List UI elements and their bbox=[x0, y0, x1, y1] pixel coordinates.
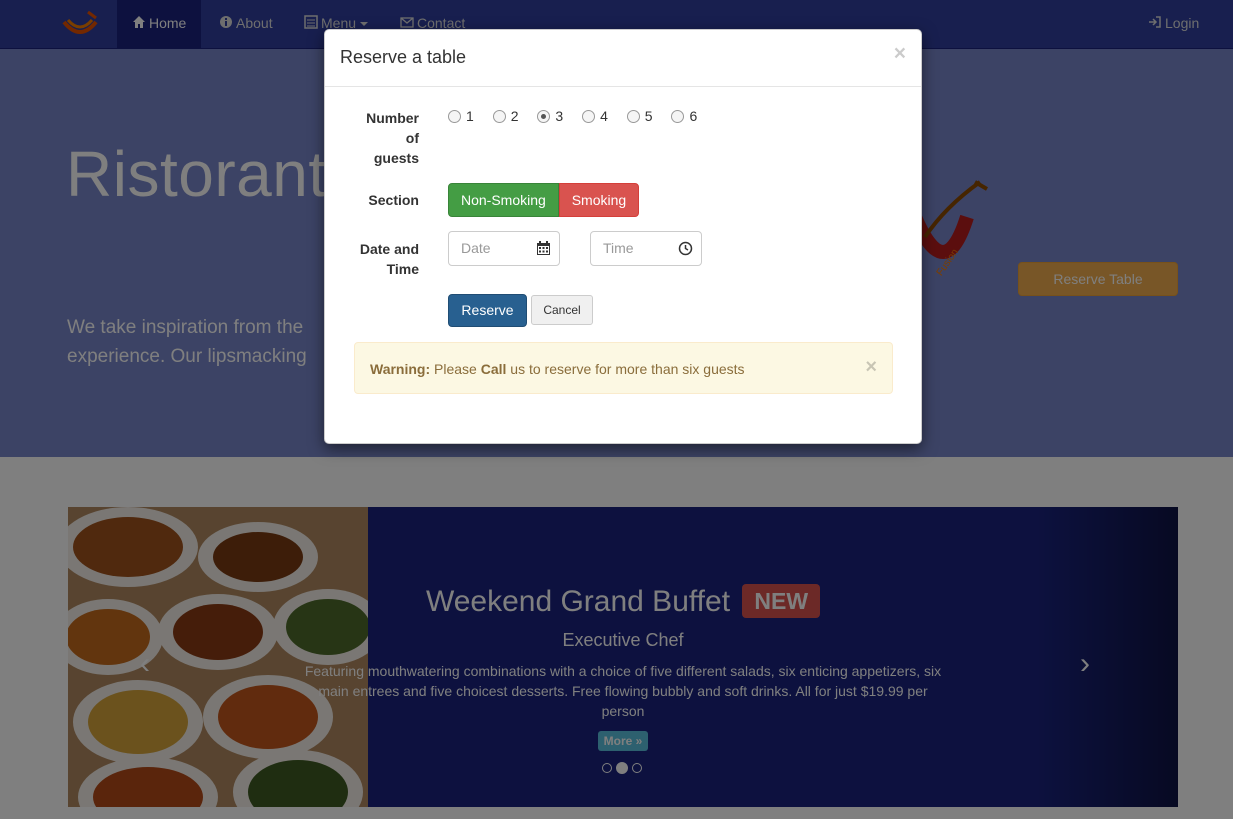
calendar-icon[interactable] bbox=[536, 241, 551, 256]
guests-label-line2: of bbox=[405, 130, 419, 146]
cancel-button[interactable]: Cancel bbox=[531, 295, 593, 325]
reserve-modal: Reserve a table × Number of guests 1 2 3… bbox=[324, 29, 922, 444]
guests-label-line3: guests bbox=[373, 150, 419, 166]
alert-text1: Please bbox=[430, 361, 481, 377]
radio-circle[interactable] bbox=[671, 110, 685, 123]
radio-label: 2 bbox=[510, 108, 519, 124]
radio-label: 1 bbox=[466, 108, 474, 124]
guests-label-line1: Number bbox=[366, 110, 419, 126]
radio-circle[interactable] bbox=[626, 110, 640, 123]
alert-strong: Warning: bbox=[370, 361, 431, 377]
radio-circle-selected[interactable] bbox=[537, 110, 551, 123]
non-smoking-button[interactable]: Non-Smoking bbox=[448, 183, 559, 217]
datetime-label: Date and Time bbox=[326, 239, 419, 279]
guests-radio-group: 1 2 3 4 5 6 bbox=[448, 108, 712, 124]
alert-text2: us to reserve for more than six guests bbox=[506, 361, 745, 377]
time-input[interactable] bbox=[591, 232, 671, 263]
reserve-button[interactable]: Reserve bbox=[448, 294, 527, 327]
modal-title: Reserve a table bbox=[340, 47, 467, 67]
smoking-button[interactable]: Smoking bbox=[558, 183, 640, 217]
radio-circle[interactable] bbox=[448, 110, 461, 123]
warning-alert: Warning: Please Call us to reserve for m… bbox=[354, 342, 893, 394]
alert-call: Call bbox=[480, 361, 507, 377]
date-input-group bbox=[448, 231, 560, 266]
clock-icon[interactable] bbox=[678, 241, 693, 256]
modal-close-button[interactable]: × bbox=[894, 43, 906, 64]
guests-radio-5[interactable]: 5 bbox=[626, 108, 653, 124]
section-toggle-group: Non-Smoking Smoking bbox=[448, 183, 640, 217]
guests-radio-2[interactable]: 2 bbox=[492, 108, 519, 124]
time-input-group bbox=[590, 231, 702, 266]
radio-circle[interactable] bbox=[582, 110, 596, 123]
date-input[interactable] bbox=[449, 232, 529, 263]
alert-close-button[interactable]: × bbox=[865, 357, 877, 377]
radio-label: 5 bbox=[644, 108, 653, 124]
guests-radio-4[interactable]: 4 bbox=[582, 108, 608, 124]
radio-label: 6 bbox=[689, 108, 698, 124]
radio-label: 3 bbox=[555, 108, 564, 124]
radio-circle[interactable] bbox=[492, 110, 506, 123]
datetime-label-line2: Time bbox=[386, 261, 419, 277]
guests-radio-3[interactable]: 3 bbox=[537, 108, 563, 124]
guests-label: Number of guests bbox=[326, 108, 419, 168]
section-label: Section bbox=[368, 192, 419, 208]
datetime-label-line1: Date and bbox=[359, 241, 419, 257]
guests-radio-6[interactable]: 6 bbox=[671, 108, 697, 124]
radio-label: 4 bbox=[600, 108, 608, 124]
guests-radio-1[interactable]: 1 bbox=[448, 108, 474, 124]
modal-header: Reserve a table × bbox=[325, 30, 921, 87]
